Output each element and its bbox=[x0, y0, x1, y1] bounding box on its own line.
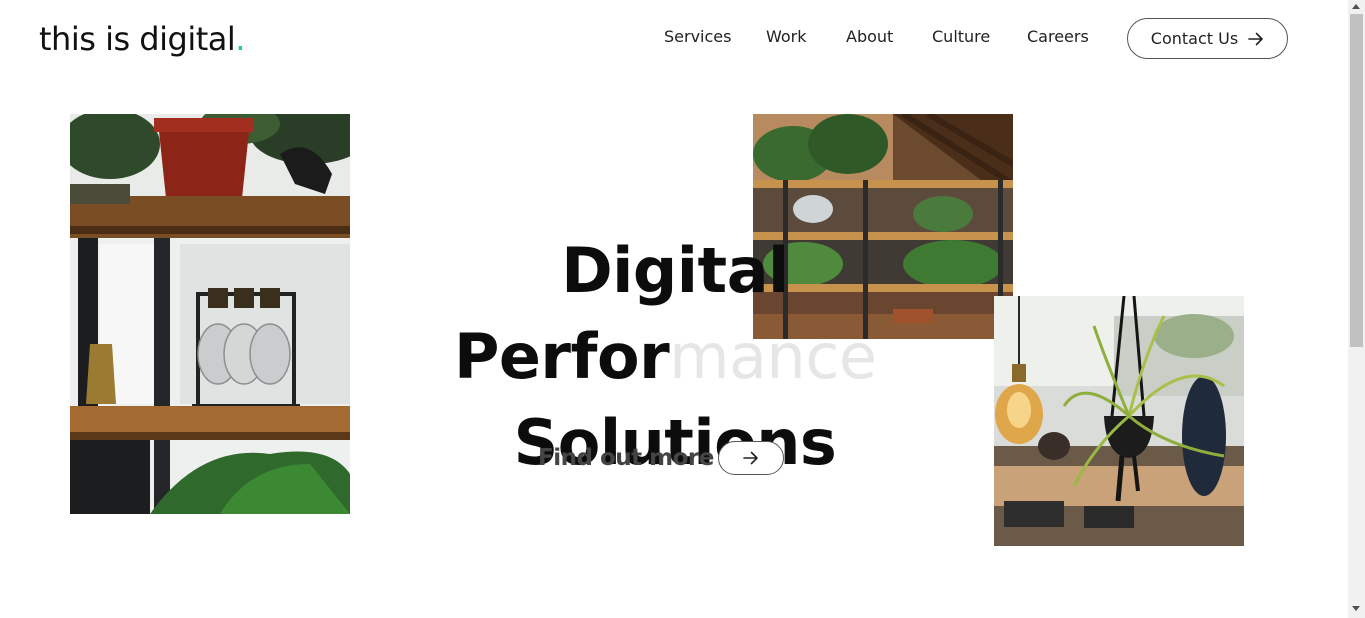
contact-us-label: Contact Us bbox=[1150, 29, 1239, 48]
find-out-more-label: Find out more bbox=[538, 445, 714, 471]
hero-title-part-1: Digital Perfor bbox=[453, 234, 789, 393]
nav-careers[interactable]: Careers bbox=[1027, 27, 1089, 46]
nav-work[interactable]: Work bbox=[766, 27, 807, 46]
find-out-more-cta[interactable]: Find out more bbox=[538, 441, 784, 475]
photo-shelf-plants bbox=[70, 114, 350, 514]
logo-dot: . bbox=[235, 20, 245, 58]
scroll-up-arrow-icon[interactable] bbox=[1352, 4, 1360, 9]
contact-us-button[interactable]: Contact Us bbox=[1127, 18, 1288, 59]
page-scrollbar[interactable] bbox=[1348, 0, 1365, 618]
find-out-more-button[interactable] bbox=[717, 441, 784, 475]
nav-services[interactable]: Services bbox=[664, 27, 731, 46]
scrollbar-thumb[interactable] bbox=[1350, 14, 1363, 347]
arrow-right-icon bbox=[1248, 32, 1263, 45]
nav-about[interactable]: About bbox=[846, 27, 893, 46]
hero-title-line-1: Digital Performance bbox=[340, 228, 1010, 400]
photo-hanging-plant bbox=[994, 296, 1244, 546]
logo-text: this is digital bbox=[39, 20, 236, 58]
scroll-down-arrow-icon[interactable] bbox=[1352, 606, 1360, 611]
logo[interactable]: this is digital. bbox=[39, 20, 245, 58]
nav-culture[interactable]: Culture bbox=[932, 27, 990, 46]
arrow-right-icon bbox=[743, 451, 758, 465]
